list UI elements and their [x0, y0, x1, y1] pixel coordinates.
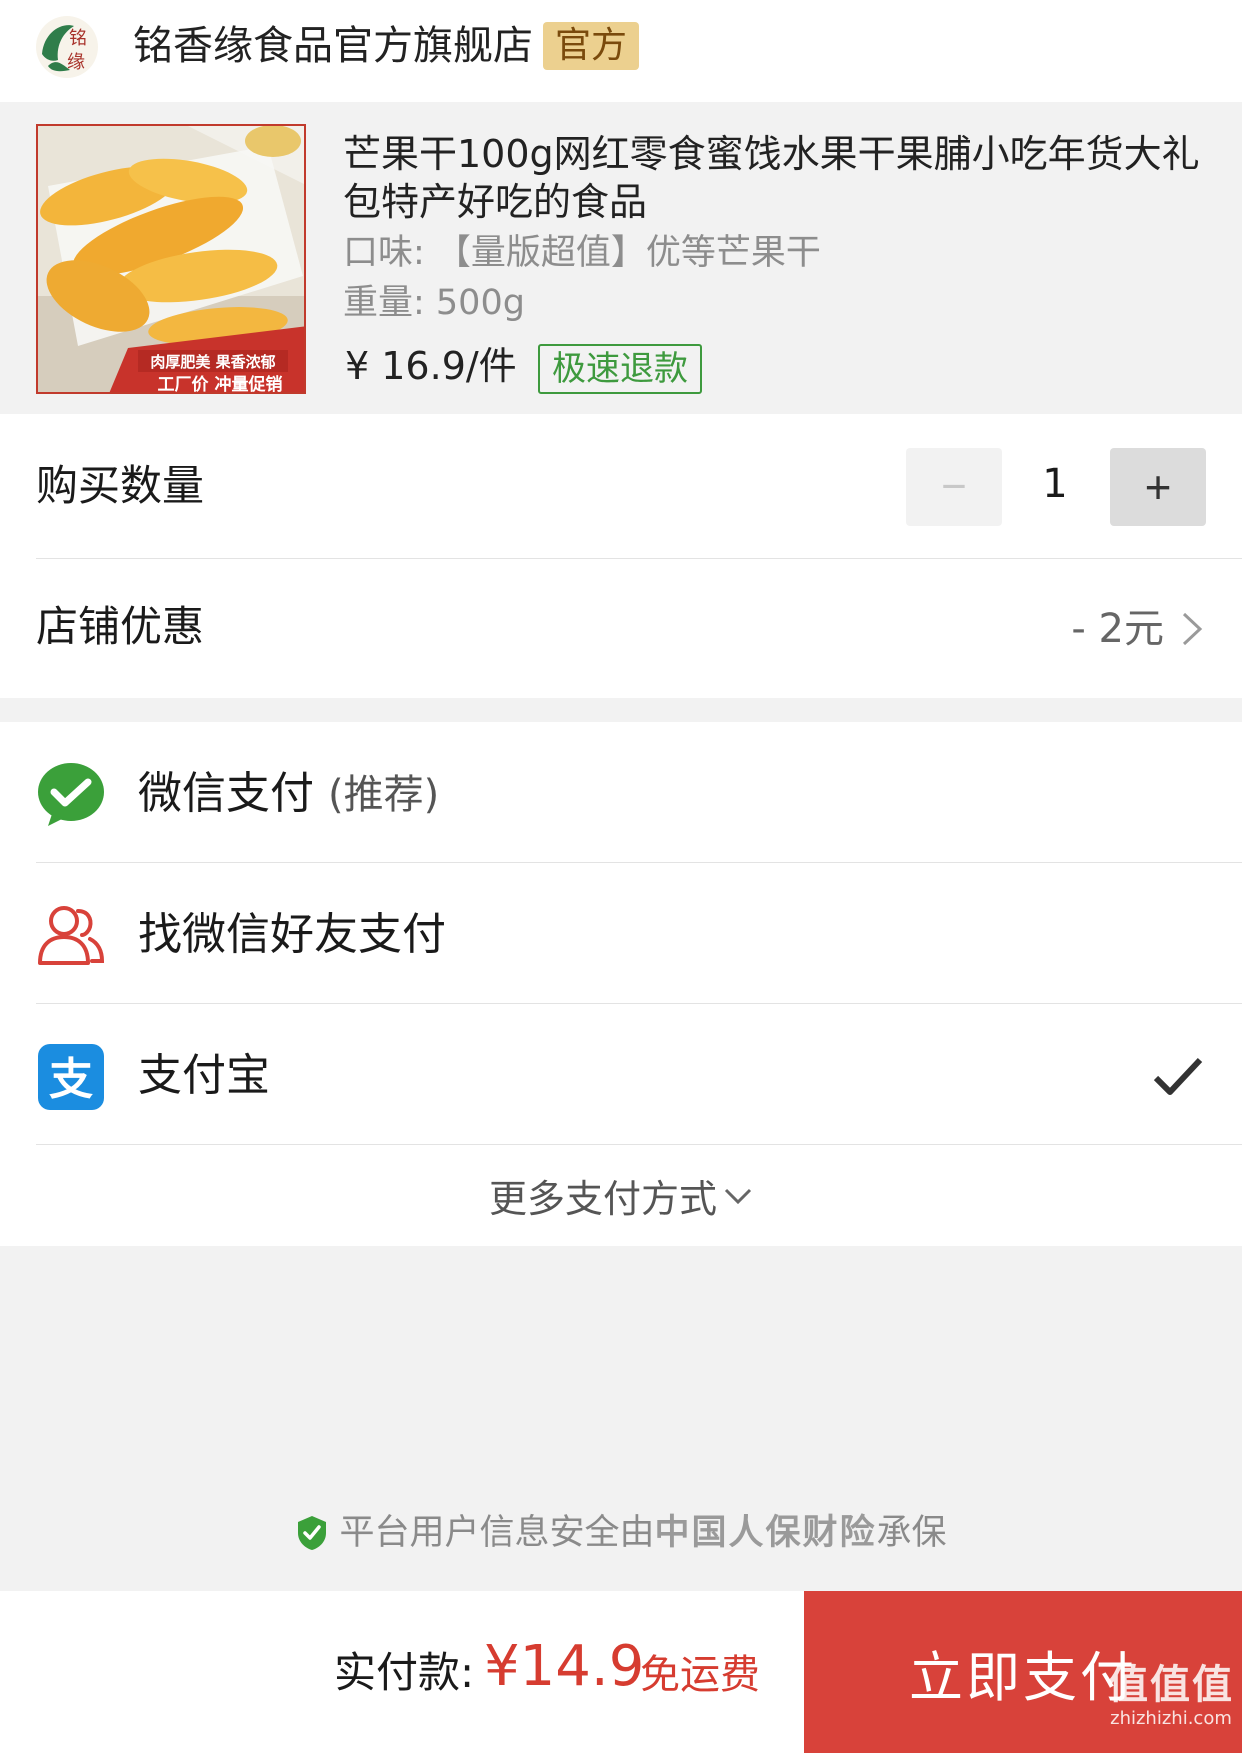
recommended-note: (推荐) [328, 772, 440, 818]
friend-pay-icon [38, 906, 105, 965]
dried-mango-image: 肉厚肥美 果香浓郁 工厂价 冲量促销 [38, 126, 304, 394]
wechat-pay-label: 微信支付 [138, 768, 314, 819]
store-logo: 铭 缘 [36, 16, 98, 78]
friend-pay-label: 找微信好友支付 [138, 909, 446, 960]
product-image[interactable]: 肉厚肥美 果香浓郁 工厂价 冲量促销 [36, 124, 306, 394]
checkmark-icon [1153, 1057, 1203, 1095]
payment-option-friend[interactable]: 找微信好友支付 [0, 863, 1242, 1003]
product-title[interactable]: 芒果干100g网红零食蜜饯水果干果脯小吃年货大礼包特产好吃的食品 [343, 130, 1213, 226]
alipay-icon: 支 [38, 1044, 104, 1110]
insurer-name: 中国人保财险 [654, 1513, 877, 1553]
watermark: 值值值 zhizhizhi.com [1108, 1662, 1234, 1730]
store-header[interactable]: 铭 缘 铭香缘食品官方旗舰店 官方 [0, 0, 1242, 102]
payment-methods: 微信支付 (推荐) 找微信好友支付 支 支付宝 更多支付方式 [0, 722, 1242, 1246]
free-shipping-label: 免运费 [640, 1652, 760, 1698]
wechat-pay-icon [38, 763, 104, 826]
store-discount-row[interactable]: 店铺优惠 - 2元 [0, 559, 1242, 698]
svg-text:支: 支 [49, 1054, 93, 1105]
official-badge: 官方 [543, 22, 640, 70]
store-discount-label: 店铺优惠 [36, 602, 205, 651]
quantity-decrease-button[interactable]: − [906, 448, 1002, 526]
image-caption-bottom: 工厂价 冲量促销 [158, 374, 283, 394]
more-payment-methods-label: 更多支付方式 [488, 1177, 717, 1221]
security-note-prefix: 平台用户信息安全由 [339, 1513, 655, 1553]
total-label: 实付款: [334, 1648, 475, 1697]
quantity-label: 购买数量 [36, 461, 205, 510]
fast-refund-badge: 极速退款 [538, 344, 702, 394]
store-name[interactable]: 铭香缘食品官方旗舰店 [133, 18, 533, 74]
watermark-logo: 值值值 [1108, 1662, 1234, 1708]
alipay-label: 支付宝 [138, 1050, 270, 1101]
security-note-suffix: 承保 [876, 1513, 947, 1553]
product-price: ¥ 16.9/件 [345, 344, 517, 388]
quantity-increase-button[interactable]: + [1110, 448, 1206, 526]
shield-check-icon [298, 1516, 327, 1550]
product-card[interactable]: 肉厚肥美 果香浓郁 工厂价 冲量促销 芒果干100g网红零食蜜饯水果干果脯小吃年… [0, 102, 1242, 414]
store-discount-value: - 2元 [1071, 606, 1164, 652]
watermark-url: zhizhizhi.com [1110, 1708, 1232, 1729]
svg-text:铭: 铭 [69, 28, 87, 49]
product-weight: 重量: 500g [343, 283, 525, 323]
order-options: 购买数量 − 1 + 店铺优惠 - 2元 [0, 414, 1242, 698]
payment-option-wechat[interactable]: 微信支付 (推荐) [0, 722, 1242, 862]
more-payment-methods-button[interactable]: 更多支付方式 [0, 1145, 1242, 1246]
quantity-value[interactable]: 1 [1022, 456, 1088, 512]
checkout-bar: 实付款: ¥14.9 免运费 立即支付 [0, 1591, 1242, 1753]
security-note: 平台用户信息安全由 中国人保财险 承保 [0, 1508, 1242, 1558]
chevron-right-icon [1182, 612, 1203, 646]
image-caption-top: 肉厚肥美 果香浓郁 [150, 353, 275, 371]
svg-text:缘: 缘 [67, 52, 85, 73]
chevron-down-icon [724, 1188, 752, 1204]
payment-option-alipay[interactable]: 支 支付宝 [0, 1004, 1242, 1144]
total-amount: ¥14.9 [484, 1634, 645, 1699]
product-flavor: 口味: 【量版超值】优等芒果干 [343, 233, 821, 273]
payment-option-label: 微信支付 (推荐) [138, 764, 439, 825]
